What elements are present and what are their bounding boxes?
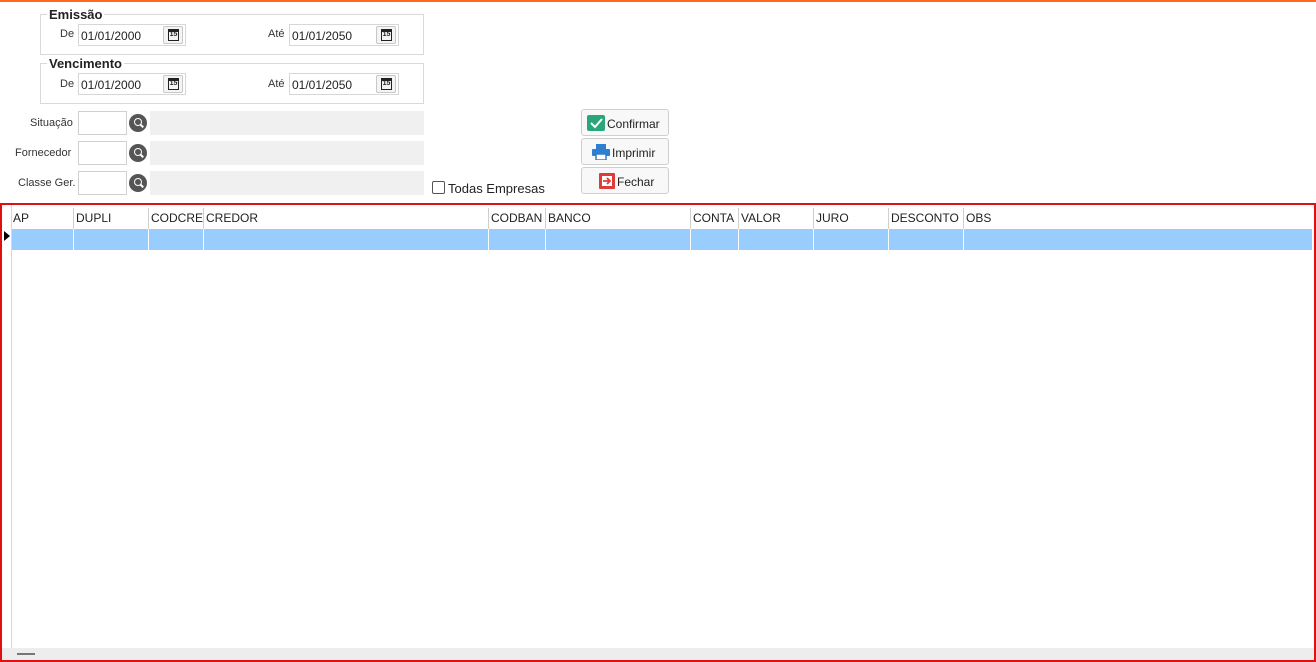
todas-empresas-checkbox[interactable] xyxy=(432,181,445,194)
check-icon xyxy=(587,115,605,131)
vencimento-ate-value: 01/01/2050 xyxy=(292,78,353,92)
calendar-button[interactable]: 15 xyxy=(376,75,396,93)
imprimir-button[interactable]: Imprimir xyxy=(581,138,669,165)
vencimento-ate-label: Até xyxy=(268,78,285,90)
column-header-valor[interactable]: VALOR xyxy=(739,208,814,229)
todas-empresas-label: Todas Empresas xyxy=(448,181,545,196)
classe-label: Classe Ger. xyxy=(18,177,76,189)
table-row[interactable] xyxy=(11,229,1312,250)
calendar-icon: 15 xyxy=(381,29,392,41)
emissao-ate-label: Até xyxy=(268,28,285,40)
table-cell[interactable] xyxy=(11,229,74,250)
emissao-de-label: De xyxy=(60,28,75,40)
emissao-ate-field[interactable]: 01/01/2050 15 xyxy=(289,24,399,46)
exit-icon xyxy=(599,173,615,189)
resize-grip-icon[interactable] xyxy=(17,653,35,655)
vencimento-de-field[interactable]: 01/01/2000 15 xyxy=(78,73,186,95)
table-cell[interactable] xyxy=(964,229,1314,250)
confirmar-label: Confirmar xyxy=(607,117,660,131)
column-header-obs[interactable]: OBS xyxy=(964,208,1314,229)
table-cell[interactable] xyxy=(691,229,739,250)
table-cell[interactable] xyxy=(149,229,204,250)
printer-icon xyxy=(592,144,610,160)
vencimento-de-label: De xyxy=(60,78,75,90)
grid-header: AP DUPLI CODCRE CREDOR CODBAN BANCO CONT… xyxy=(11,208,1312,230)
situacao-search-icon[interactable] xyxy=(129,114,147,132)
emissao-ate-value: 01/01/2050 xyxy=(292,29,353,43)
imprimir-label: Imprimir xyxy=(612,146,656,160)
column-header-juro[interactable]: JURO xyxy=(814,208,889,229)
situacao-input[interactable] xyxy=(78,111,127,135)
fornecedor-description xyxy=(150,141,424,165)
table-cell[interactable] xyxy=(74,229,149,250)
grid-body[interactable]: AP DUPLI CODCRE CREDOR CODBAN BANCO CONT… xyxy=(11,208,1312,652)
calendar-icon: 15 xyxy=(381,78,392,90)
situacao-label: Situação xyxy=(30,117,73,129)
fornecedor-search-icon[interactable] xyxy=(129,144,147,162)
top-accent-bar xyxy=(0,0,1316,2)
calendar-button[interactable]: 15 xyxy=(163,75,183,93)
column-header-codcre[interactable]: CODCRE xyxy=(149,208,204,229)
table-cell[interactable] xyxy=(814,229,889,250)
table-cell[interactable] xyxy=(546,229,691,250)
emissao-de-value: 01/01/2000 xyxy=(81,29,142,43)
vencimento-legend: Vencimento xyxy=(47,56,124,71)
calendar-button[interactable]: 15 xyxy=(376,26,396,44)
calendar-icon: 15 xyxy=(168,78,179,90)
row-indicator-column xyxy=(11,205,12,649)
grid-status-bar xyxy=(2,648,1314,660)
column-header-credor[interactable]: CREDOR xyxy=(204,208,489,229)
situacao-description xyxy=(150,111,424,135)
calendar-button[interactable]: 15 xyxy=(163,26,183,44)
confirmar-button[interactable]: Confirmar xyxy=(581,109,669,136)
column-header-codban[interactable]: CODBAN xyxy=(489,208,546,229)
fechar-label: Fechar xyxy=(617,175,655,189)
classe-description xyxy=(150,171,424,195)
emissao-de-field[interactable]: 01/01/2000 15 xyxy=(78,24,186,46)
vencimento-ate-field[interactable]: 01/01/2050 15 xyxy=(289,73,399,95)
calendar-icon: 15 xyxy=(168,29,179,41)
current-row-indicator-icon xyxy=(4,231,10,241)
classe-search-icon[interactable] xyxy=(129,174,147,192)
column-header-ap[interactable]: AP xyxy=(11,208,74,229)
fechar-button[interactable]: Fechar xyxy=(581,167,669,194)
table-cell[interactable] xyxy=(889,229,964,250)
fornecedor-label: Fornecedor xyxy=(15,147,72,159)
column-header-dupli[interactable]: DUPLI xyxy=(74,208,149,229)
column-header-banco[interactable]: BANCO xyxy=(546,208,691,229)
table-cell[interactable] xyxy=(204,229,489,250)
fornecedor-input[interactable] xyxy=(78,141,127,165)
emissao-legend: Emissão xyxy=(47,7,105,22)
vencimento-de-value: 01/01/2000 xyxy=(81,78,142,92)
table-cell[interactable] xyxy=(739,229,814,250)
table-cell[interactable] xyxy=(489,229,546,250)
column-header-conta[interactable]: CONTA xyxy=(691,208,739,229)
column-header-desconto[interactable]: DESCONTO xyxy=(889,208,964,229)
classe-input[interactable] xyxy=(78,171,127,195)
results-grid[interactable]: AP DUPLI CODCRE CREDOR CODBAN BANCO CONT… xyxy=(0,203,1316,662)
